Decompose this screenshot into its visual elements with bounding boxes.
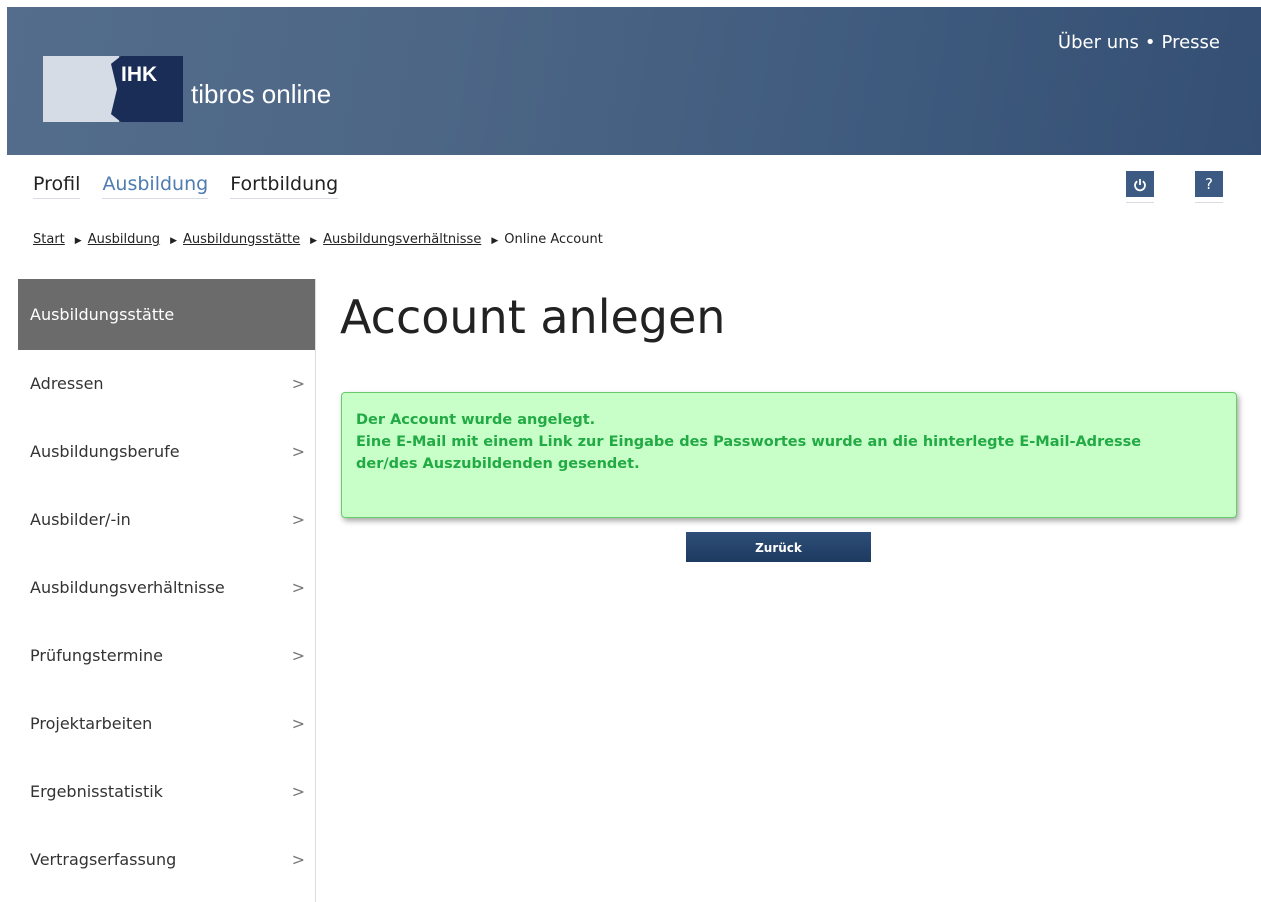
chevron-right-icon: > <box>291 850 305 869</box>
sidebar-item-ausbildungsverhaeltnisse[interactable]: Ausbildungsverhältnisse > <box>18 554 315 622</box>
sidebar-item-ausbilder[interactable]: Ausbilder/-in > <box>18 486 315 554</box>
chevron-right-icon: > <box>291 646 305 665</box>
sidebar-item-vertragserfassung[interactable]: Vertragserfassung > <box>18 826 315 894</box>
sidebar-item-ausbildungsberufe[interactable]: Ausbildungsberufe > <box>18 418 315 486</box>
sidebar-item-label: Ergebnisstatistik <box>30 782 163 801</box>
sidebar-item-label: Ausbildungsverhältnisse <box>30 578 225 597</box>
help-underline <box>1195 202 1223 203</box>
chevron-right-icon: > <box>291 442 305 461</box>
page-title: Account anlegen <box>340 290 726 344</box>
app-header: IHK tibros online Über uns • Presse <box>7 7 1261 155</box>
about-link[interactable]: Über uns <box>1058 32 1139 53</box>
app-name: tibros online <box>191 79 332 109</box>
sidebar-item-label: Vertragserfassung <box>30 850 177 869</box>
help-button[interactable]: ? <box>1195 171 1223 197</box>
logout-underline <box>1126 202 1154 203</box>
sidebar-item-ergebnisstatistik[interactable]: Ergebnisstatistik > <box>18 758 315 826</box>
power-icon <box>1134 178 1146 191</box>
sidebar-item-label: Ausbildungsberufe <box>30 442 180 461</box>
breadcrumb-arrow-icon: ▶ <box>310 236 318 246</box>
chevron-right-icon: > <box>291 578 305 597</box>
chevron-right-icon: > <box>291 782 305 801</box>
sidebar-item-label: Prüfungstermine <box>30 646 163 665</box>
link-separator: • <box>1144 32 1156 53</box>
success-message: Der Account wurde angelegt. Eine E-Mail … <box>341 392 1237 518</box>
chevron-right-icon: > <box>291 510 305 529</box>
press-link[interactable]: Presse <box>1162 32 1220 53</box>
sidebar-heading[interactable]: Ausbildungsstätte <box>18 279 315 350</box>
logo-abbr: IHK <box>121 63 158 86</box>
breadcrumb-arrow-icon: ▶ <box>74 236 82 246</box>
nav-item-fortbildung[interactable]: Fortbildung <box>230 173 339 199</box>
breadcrumb-arrow-icon: ▶ <box>170 236 177 246</box>
logo-block <box>43 56 119 122</box>
breadcrumb-current: Online Account <box>504 232 603 247</box>
breadcrumb-arrow-icon: ▶ <box>491 236 499 246</box>
breadcrumb-ausbildungsverhaeltnisse[interactable]: Ausbildungsverhältnisse <box>323 232 481 247</box>
nav-item-profil[interactable]: Profil <box>33 173 81 199</box>
sidebar-item-label: Ausbilder/-in <box>30 510 131 529</box>
success-message-line: Eine E-Mail mit einem Link zur Eingabe d… <box>356 434 1142 450</box>
sidebar-item-label: Adressen <box>30 374 104 393</box>
breadcrumb-ausbildungsstaette[interactable]: Ausbildungsstätte <box>183 232 300 247</box>
sidebar-item-adressen[interactable]: Adressen > <box>18 350 315 418</box>
logout-button[interactable] <box>1126 171 1154 197</box>
breadcrumb: Start ▶ Ausbildung ▶ Ausbildungsstätte ▶ Ausbi… <box>33 232 603 247</box>
sidebar-item-pruefungstermine[interactable]: Prüfungstermine > <box>18 622 315 690</box>
breadcrumb-start[interactable]: Start <box>33 232 65 247</box>
breadcrumb-ausbildung[interactable]: Ausbildung <box>88 232 160 247</box>
nav-item-ausbildung[interactable]: Ausbildung <box>102 173 209 199</box>
sidebar: Ausbildungsstätte Adressen > Ausbildungsb… <box>18 279 316 902</box>
sidebar-item-label: Projektarbeiten <box>30 714 153 733</box>
main-navigation: Profil Ausbildung Fortbildung <box>33 173 354 199</box>
back-button[interactable]: Zurück <box>686 532 871 562</box>
chevron-right-icon: > <box>291 374 305 393</box>
success-message-line: der/des Auszubildenden gesendet. <box>356 456 640 472</box>
top-links: Über uns • Presse <box>1058 32 1220 53</box>
sidebar-item-projektarbeiten[interactable]: Projektarbeiten > <box>18 690 315 758</box>
help-icon: ? <box>1205 175 1213 193</box>
success-message-line: Der Account wurde angelegt. <box>356 412 596 428</box>
chevron-right-icon: > <box>291 714 305 733</box>
